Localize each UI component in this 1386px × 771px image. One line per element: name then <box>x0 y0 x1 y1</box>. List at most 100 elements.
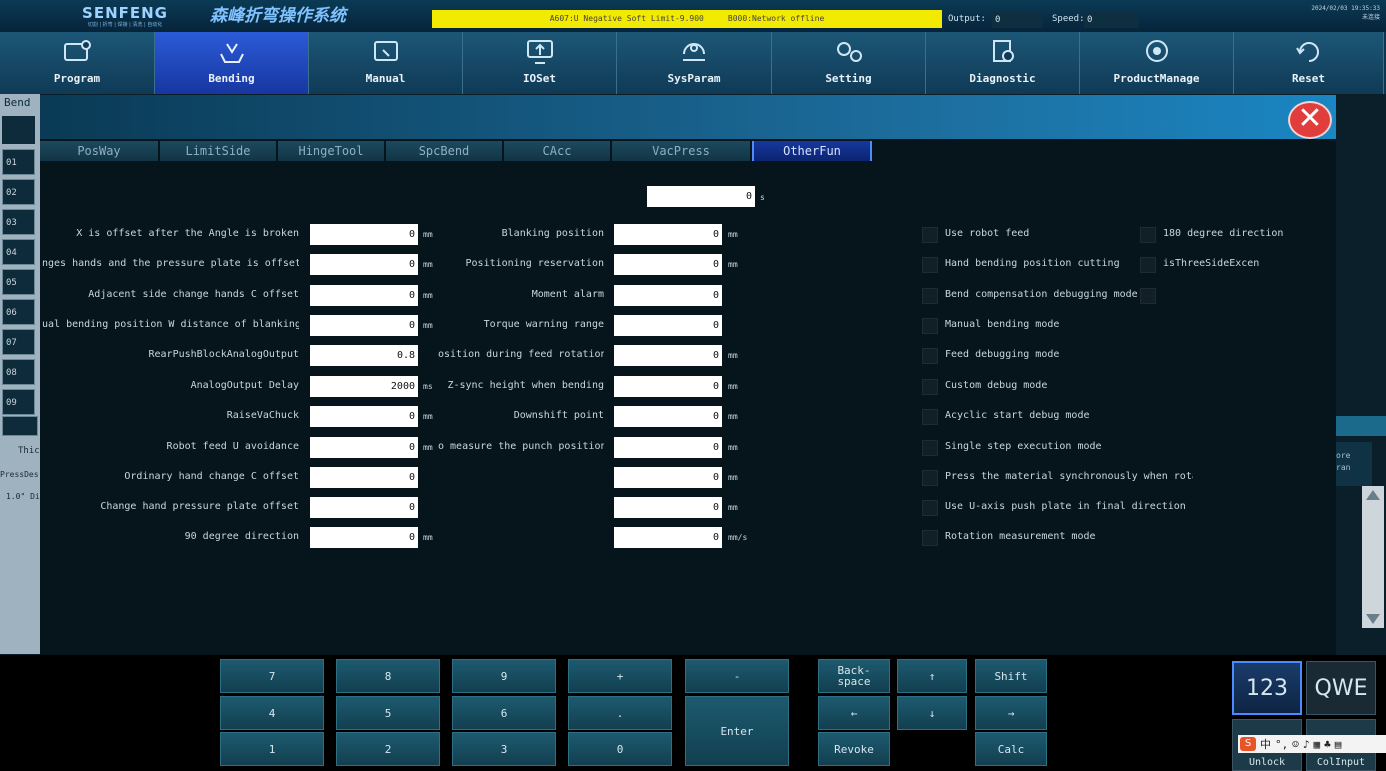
checkbox[interactable] <box>922 530 938 546</box>
key-enter[interactable]: Enter <box>685 696 789 766</box>
key-down[interactable]: ↓ <box>897 696 967 730</box>
key-7[interactable]: 7 <box>220 659 324 693</box>
checkbox[interactable] <box>922 257 938 273</box>
tab-posway[interactable]: PosWay <box>40 141 160 161</box>
mid-input[interactable] <box>614 406 722 427</box>
bend-row[interactable]: 02 <box>2 179 35 205</box>
mid-input[interactable] <box>614 497 722 518</box>
mid-input[interactable] <box>614 285 722 306</box>
bend-row[interactable]: 06 <box>2 299 35 325</box>
left-input[interactable] <box>310 376 418 397</box>
ime-mode-qwe[interactable]: QWE <box>1306 661 1376 715</box>
checkbox[interactable] <box>1140 257 1156 273</box>
tab-limitside[interactable]: LimitSide <box>160 141 278 161</box>
left-input[interactable] <box>310 437 418 458</box>
checkbox[interactable] <box>922 440 938 456</box>
checkbox[interactable] <box>922 318 938 334</box>
nav-label: SysParam <box>667 72 721 85</box>
mid-unit: mm <box>728 473 738 482</box>
checkbox-label: Rotation measurement mode <box>945 531 1096 542</box>
left-input[interactable] <box>310 467 418 488</box>
key-backspace[interactable]: Back- space <box>818 659 890 693</box>
key-9[interactable]: 9 <box>452 659 556 693</box>
mid-input[interactable] <box>614 315 722 336</box>
key-dot[interactable]: . <box>568 696 672 730</box>
scroll-up-icon[interactable] <box>1366 490 1380 500</box>
key-3[interactable]: 3 <box>452 732 556 766</box>
left-input[interactable] <box>310 315 418 336</box>
bend-row[interactable]: 09 <box>2 389 35 415</box>
nav-bending[interactable]: Bending <box>155 32 309 94</box>
checkbox[interactable] <box>922 500 938 516</box>
ime-toolbar[interactable]: S 中 °, ☺ ♪ ▦ ♣ ▤ <box>1238 735 1386 753</box>
mid-input[interactable] <box>614 527 722 548</box>
key-minus[interactable]: - <box>685 659 789 693</box>
left-input[interactable] <box>310 345 418 366</box>
key-0[interactable]: 0 <box>568 732 672 766</box>
scrollbar[interactable] <box>1362 486 1384 628</box>
left-input[interactable] <box>310 527 418 548</box>
key-plus[interactable]: + <box>568 659 672 693</box>
left-input[interactable] <box>310 254 418 275</box>
scroll-down-icon[interactable] <box>1366 614 1380 624</box>
mid-input[interactable] <box>614 467 722 488</box>
key-revoke[interactable]: Revoke <box>818 732 890 766</box>
nav-productmanage[interactable]: ProductManage <box>1080 32 1234 94</box>
left-input[interactable] <box>310 406 418 427</box>
nav-diagnostic[interactable]: Diagnostic <box>926 32 1080 94</box>
checkbox[interactable] <box>922 409 938 425</box>
alarm-banner[interactable]: A607:U Negative Soft Limit-9.900 B000:Ne… <box>432 10 942 28</box>
mid-input[interactable] <box>614 254 722 275</box>
nav-setting[interactable]: Setting <box>772 32 926 94</box>
key-6[interactable]: 6 <box>452 696 556 730</box>
nav-sysparam[interactable]: SysParam <box>617 32 772 94</box>
bend-row[interactable]: 03 <box>2 209 35 235</box>
bend-row[interactable]: 04 <box>2 239 35 265</box>
checkbox-label: Use U-axis push plate in final direction <box>945 501 1186 512</box>
top-time-field[interactable] <box>647 186 755 207</box>
close-button[interactable]: ✕ <box>1288 101 1332 139</box>
left-unit: mm <box>423 443 433 452</box>
left-input[interactable] <box>310 285 418 306</box>
key-1[interactable]: 1 <box>220 732 324 766</box>
checkbox[interactable] <box>922 348 938 364</box>
key-2[interactable]: 2 <box>336 732 440 766</box>
checkbox[interactable] <box>1140 227 1156 243</box>
bend-row[interactable]: 07 <box>2 329 35 355</box>
bend-row[interactable]: 08 <box>2 359 35 385</box>
nav-reset[interactable]: Reset <box>1234 32 1384 94</box>
checkbox[interactable] <box>922 288 938 304</box>
key-4[interactable]: 4 <box>220 696 324 730</box>
mid-input[interactable] <box>614 345 722 366</box>
mid-input[interactable] <box>614 376 722 397</box>
checkbox[interactable] <box>922 379 938 395</box>
key-shift[interactable]: Shift <box>975 659 1047 693</box>
tab-vacpress[interactable]: VacPress <box>612 141 752 161</box>
mid-input[interactable] <box>614 437 722 458</box>
bend-row[interactable]: 05 <box>2 269 35 295</box>
tab-hingetool[interactable]: HingeTool <box>278 141 386 161</box>
left-input[interactable] <box>310 497 418 518</box>
key-up[interactable]: ↑ <box>897 659 967 693</box>
ime-mode-123[interactable]: 123 <box>1232 661 1302 715</box>
tab-spcbend[interactable]: SpcBend <box>386 141 504 161</box>
key-8[interactable]: 8 <box>336 659 440 693</box>
key-calc[interactable]: Calc <box>975 732 1047 766</box>
key-left[interactable]: ← <box>818 696 890 730</box>
right-more-button[interactable]: ore ran <box>1336 442 1372 486</box>
nav-program[interactable]: Program <box>0 32 155 94</box>
left-input[interactable] <box>310 224 418 245</box>
left-unit: ms <box>423 382 433 391</box>
checkbox[interactable] <box>922 227 938 243</box>
colinput-label: ColInput <box>1316 757 1366 768</box>
key-5[interactable]: 5 <box>336 696 440 730</box>
tab-otherfun[interactable]: OtherFun <box>752 141 872 161</box>
mid-input[interactable] <box>614 224 722 245</box>
nav-ioset[interactable]: IOSet <box>463 32 617 94</box>
key-right[interactable]: → <box>975 696 1047 730</box>
bend-row[interactable]: 01 <box>2 149 35 175</box>
nav-manual[interactable]: Manual <box>309 32 463 94</box>
tab-cacc[interactable]: CAcc <box>504 141 612 161</box>
checkbox[interactable] <box>1140 288 1156 304</box>
checkbox[interactable] <box>922 470 938 486</box>
